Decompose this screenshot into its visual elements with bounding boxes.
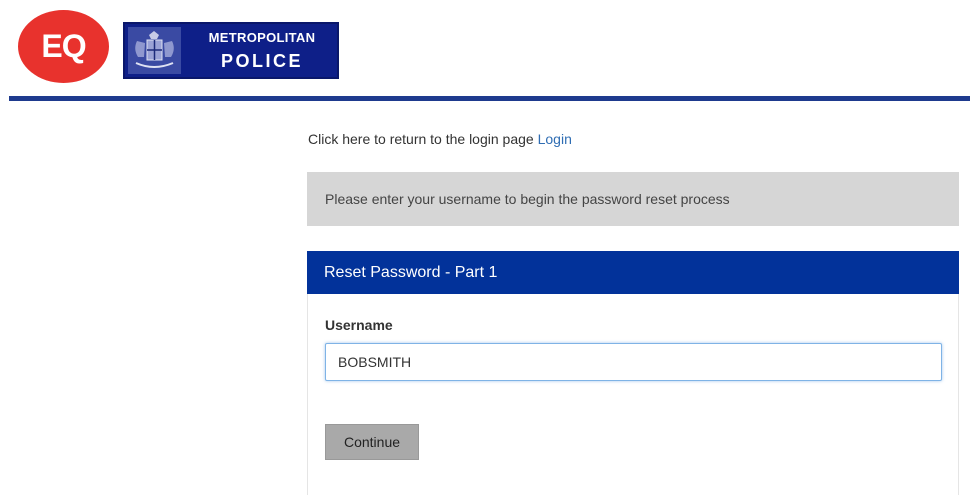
metropolitan-police-logo: METROPOLITAN POLICE: [123, 22, 339, 79]
eq-logo-text: EQ: [41, 28, 86, 64]
page-header: EQ METROPOLITAN POLICE: [0, 0, 970, 96]
metropolitan-police-crest-icon: [128, 27, 181, 74]
panel-title: Reset Password - Part 1: [324, 263, 498, 281]
info-message-box: Please enter your username to begin the …: [307, 172, 959, 226]
return-to-login-prefix: Click here to return to the login page: [308, 131, 534, 147]
continue-button[interactable]: Continue: [325, 424, 419, 460]
header-divider: [9, 96, 970, 101]
eq-logo: EQ: [18, 10, 109, 83]
username-input[interactable]: [325, 343, 942, 381]
login-link[interactable]: Login: [538, 131, 572, 147]
met-logo-line1: METROPOLITAN: [208, 30, 316, 45]
info-message-text: Please enter your username to begin the …: [325, 191, 730, 207]
reset-password-panel: Reset Password - Part 1 Username Continu…: [307, 251, 959, 495]
panel-header: Reset Password - Part 1: [307, 251, 959, 294]
return-to-login-text: Click here to return to the login page L…: [308, 131, 572, 147]
metropolitan-police-wordmark: METROPOLITAN POLICE: [187, 28, 337, 74]
username-label: Username: [325, 317, 393, 333]
met-logo-line2: POLICE: [220, 51, 303, 71]
